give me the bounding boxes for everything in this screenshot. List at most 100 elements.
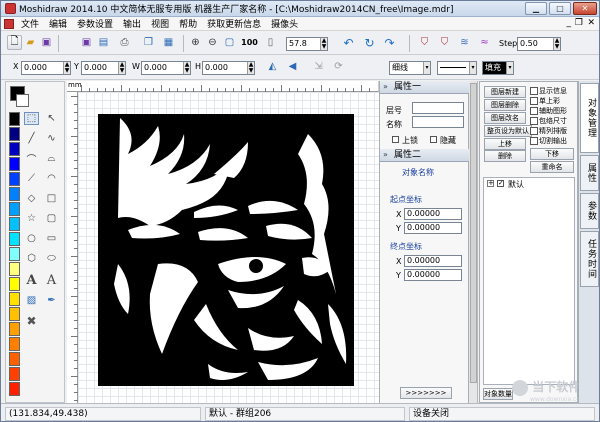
save-icon[interactable]: ▣ [39,35,54,50]
menu-params[interactable]: 参数设置 [72,17,118,30]
import-icon[interactable]: ▤ [96,35,111,50]
check-cut-output[interactable]: 切割输出 [530,136,567,146]
menu-update[interactable]: 获取更新信息 [202,17,266,30]
tree-item-default[interactable]: 默认 [508,179,524,190]
polyline-tool-icon[interactable]: ⌒ [24,152,39,166]
zoom-in-icon[interactable]: ⊕ [188,35,203,50]
cut-shape-icon[interactable]: ⛉ [437,35,452,50]
rename-button[interactable]: 重命名 [530,161,574,173]
props-scrollbar[interactable] [469,81,478,403]
menu-view[interactable]: 视图 [146,17,174,30]
flip-vertical-icon[interactable]: ◀ [285,59,300,74]
check-aux-shape[interactable]: 辅助图形 [530,106,567,116]
color-swatch[interactable] [9,202,20,216]
menu-help[interactable]: 帮助 [174,17,202,30]
move-down-button[interactable]: 下移 [530,148,574,160]
portrait-artwork[interactable] [98,114,354,386]
expand-icon[interactable]: + [487,180,494,187]
check-show-info[interactable]: 显示信息 [530,86,567,96]
check-bbox[interactable]: 包络尺寸 [530,116,567,126]
rotate-icon[interactable]: ⟳ [331,59,346,74]
curve-tool-icon[interactable]: ∿ [44,132,59,145]
color-swatch[interactable] [9,112,20,126]
redo-all-icon[interactable]: ↷ [382,35,397,50]
tab-object-manager[interactable]: 对象管理 [580,83,599,153]
arc-tool-icon[interactable]: ⌓ [44,152,59,165]
color-swatch[interactable] [9,352,20,366]
zoom-out-icon[interactable]: ⊖ [205,35,220,50]
color-swatch[interactable] [9,172,20,186]
step-input[interactable]: 0.50 ▲ ▼ [517,37,561,51]
outline-text-icon[interactable]: A [44,273,59,288]
layer-input[interactable] [412,102,464,114]
color-swatch[interactable] [9,382,20,396]
lock-checkbox[interactable] [392,136,399,143]
menu-edit[interactable]: 编辑 [44,17,72,30]
fill-select[interactable]: 填充 ▾ [482,61,514,75]
line-style-select[interactable]: 细线 ▾ [389,61,431,75]
copy-icon[interactable]: ❐ [141,35,156,50]
color-swatch[interactable] [9,262,20,276]
eyedropper-icon[interactable]: ✒ [44,294,59,307]
delete-tool-icon[interactable]: ✖ [24,314,39,328]
drawing-canvas[interactable] [78,92,379,403]
color-swatch[interactable] [9,307,20,321]
flip-horizontal-icon[interactable]: ◭ [265,59,280,74]
props-section1-header[interactable]: » 属性一 [380,81,469,94]
start-x-input[interactable]: 0.00000 [404,208,462,220]
tab-params[interactable]: 参数 [580,193,599,229]
menu-file[interactable]: 文件 [16,17,44,30]
mdi-restore-icon[interactable]: ❐ [575,18,583,28]
move-up-button[interactable]: 上移 [484,138,526,150]
name-input[interactable] [412,116,464,128]
bezier-tool-icon[interactable]: ⟋ [24,172,39,185]
object-count-button[interactable]: 对象数量 [483,388,513,400]
tab-properties[interactable]: 属性 [580,155,599,191]
hide-checkbox[interactable] [430,136,437,143]
color-swatch[interactable] [9,367,20,381]
start-y-input[interactable]: 0.00000 [404,222,462,234]
select-tool-icon[interactable]: ⬚ [24,112,39,125]
color-swatch[interactable] [9,217,20,231]
color-swatch[interactable] [9,277,20,291]
color-swatch[interactable] [9,142,20,156]
color-swatch[interactable] [9,337,20,351]
print-icon[interactable]: ⎙ [117,35,132,50]
menu-output[interactable]: 输出 [118,17,146,30]
h-input[interactable]: 0.000 ▲ ▼ [202,61,255,75]
circle-tool-icon[interactable]: ○ [24,232,39,245]
knife-icon[interactable]: ⛉ [417,35,432,50]
line-type-select[interactable]: ▾ [437,61,477,75]
open-folder-icon[interactable]: ▰ [23,35,38,50]
mdi-close-icon[interactable]: ✕ [587,18,595,28]
diamond-tool-icon[interactable]: ◇ [24,192,39,205]
x-input[interactable]: 0.000 ▲ ▼ [21,61,71,75]
square-tool-icon[interactable]: ▢ [44,212,59,225]
oval-tool-icon[interactable]: ⬭ [44,252,59,265]
ellipse-arc-icon[interactable]: ◠ [44,172,59,185]
mdi-minimize-icon[interactable]: _ [567,18,572,28]
minimize-button[interactable]: ▁ [525,2,547,15]
checkmark-icon[interactable]: ✓ [497,180,504,187]
end-x-input[interactable]: 0.00000 [404,255,462,267]
hatch-icon[interactable]: ≋ [457,35,472,50]
check-color[interactable]: 单上彩 [530,96,560,106]
zoom-input[interactable]: 57.8 ▲ ▼ [286,37,328,51]
color-swatch[interactable] [9,187,20,201]
close-button[interactable]: ✕ [573,2,597,15]
color-swatch[interactable] [9,292,20,306]
text-tool-icon[interactable]: A [24,273,39,288]
scroll-thumb[interactable] [470,83,477,383]
save-as-icon[interactable]: ▣ [79,35,94,50]
check-layout[interactable]: 精列排版 [530,126,567,136]
delete-button[interactable]: 删除 [484,150,526,162]
zoom-fit-icon[interactable]: ▢ [222,35,237,50]
color-swatch[interactable] [9,322,20,336]
color-swatch[interactable] [9,157,20,171]
image-tool-icon[interactable]: ▨ [24,294,39,307]
color-swatch[interactable] [9,247,20,261]
tab-task-time[interactable]: 任务时间 [580,231,599,287]
redo-icon[interactable]: ↻ [362,35,377,50]
paste-icon[interactable]: ▦ [161,35,176,50]
props-section2-header[interactable]: » 属性二 [380,149,469,162]
